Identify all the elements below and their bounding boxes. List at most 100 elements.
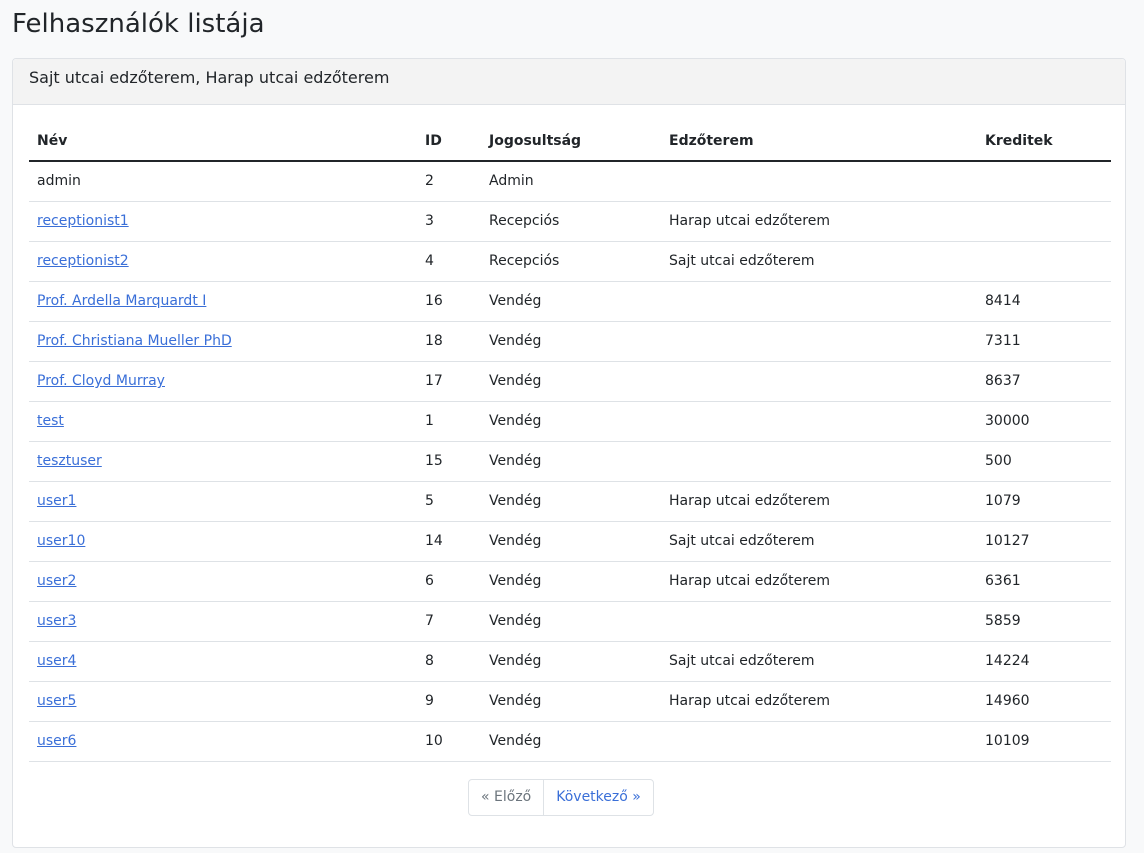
column-header-credits: Kreditek: [977, 121, 1111, 162]
cell-credits: 5859: [977, 601, 1111, 642]
table-row: user5 9 Vendég Harap utcai edzőterem 14960: [29, 681, 1111, 722]
cell-role: Vendég: [481, 441, 661, 482]
pagination: « Előző Következő »: [468, 779, 654, 816]
user-link[interactable]: Prof. Cloyd Murray: [37, 373, 165, 389]
table-row: receptionist2 4 Recepciós Sajt utcai edzőte…: [29, 241, 1111, 282]
cell-id: 2: [417, 161, 481, 202]
cell-role: Recepciós: [481, 241, 661, 282]
cell-name: Prof. Christiana Mueller PhD: [29, 321, 417, 362]
user-link[interactable]: user3: [37, 613, 76, 629]
cell-id: 3: [417, 201, 481, 242]
cell-id: 17: [417, 361, 481, 402]
cell-role: Vendég: [481, 401, 661, 442]
cell-id: 14: [417, 521, 481, 562]
cell-id: 5: [417, 481, 481, 522]
cell-gym: Sajt utcai edzőterem: [661, 241, 977, 282]
cell-id: 9: [417, 681, 481, 722]
cell-role: Admin: [481, 161, 661, 202]
cell-role: Vendég: [481, 721, 661, 762]
column-header-name: Név: [29, 121, 417, 162]
cell-name: user4: [29, 641, 417, 682]
cell-gym: Harap utcai edzőterem: [661, 561, 977, 602]
cell-name: admin: [29, 161, 417, 202]
user-link[interactable]: Prof. Ardella Marquardt I: [37, 293, 206, 309]
cell-role: Vendég: [481, 281, 661, 322]
cell-credits: 14224: [977, 641, 1111, 682]
cell-name: user6: [29, 721, 417, 762]
user-name-text: admin: [37, 173, 81, 190]
cell-credits: 500: [977, 441, 1111, 482]
table-row: user3 7 Vendég 5859: [29, 601, 1111, 642]
cell-credits: [977, 201, 1111, 242]
previous-page-button[interactable]: « Előző: [469, 780, 545, 815]
cell-id: 7: [417, 601, 481, 642]
cell-gym: [661, 401, 977, 442]
user-link[interactable]: user1: [37, 493, 76, 509]
table-row: tesztuser 15 Vendég 500: [29, 441, 1111, 482]
users-card: Sajt utcai edzőterem, Harap utcai edzőte…: [12, 58, 1126, 848]
table-row: user10 14 Vendég Sajt utcai edzőterem 10127: [29, 521, 1111, 562]
user-link[interactable]: user5: [37, 693, 76, 709]
cell-gym: [661, 441, 977, 482]
cell-name: test: [29, 401, 417, 442]
table-body: admin 2 Admin receptionist1 3 Recepciós Harap …: [29, 161, 1111, 762]
cell-id: 4: [417, 241, 481, 282]
cell-name: tesztuser: [29, 441, 417, 482]
cell-credits: 7311: [977, 321, 1111, 362]
cell-credits: 10109: [977, 721, 1111, 762]
page-title: Felhasználók listája: [12, 9, 265, 39]
card-body: Név ID Jogosultság Edzőterem Kreditek ad…: [13, 105, 1125, 816]
cell-role: Vendég: [481, 601, 661, 642]
users-table: Név ID Jogosultság Edzőterem Kreditek ad…: [29, 121, 1111, 762]
cell-gym: [661, 601, 977, 642]
cell-credits: 8637: [977, 361, 1111, 402]
user-link[interactable]: user2: [37, 573, 76, 589]
user-link[interactable]: user6: [37, 733, 76, 749]
user-link[interactable]: receptionist1: [37, 213, 129, 229]
cell-role: Vendég: [481, 361, 661, 402]
cell-gym: [661, 161, 977, 202]
next-page-button[interactable]: Következő »: [544, 780, 653, 815]
cell-credits: [977, 241, 1111, 282]
cell-id: 16: [417, 281, 481, 322]
cell-id: 10: [417, 721, 481, 762]
cell-name: user3: [29, 601, 417, 642]
cell-gym: Harap utcai edzőterem: [661, 481, 977, 522]
user-link[interactable]: tesztuser: [37, 453, 102, 469]
cell-id: 18: [417, 321, 481, 362]
cell-role: Vendég: [481, 521, 661, 562]
cell-role: Vendég: [481, 481, 661, 522]
cell-name: Prof. Ardella Marquardt I: [29, 281, 417, 322]
table-head: Név ID Jogosultság Edzőterem Kreditek: [29, 121, 1111, 162]
cell-role: Vendég: [481, 681, 661, 722]
column-header-role: Jogosultság: [481, 121, 661, 162]
cell-name: receptionist2: [29, 241, 417, 282]
cell-gym: Sajt utcai edzőterem: [661, 641, 977, 682]
cell-role: Vendég: [481, 641, 661, 682]
table-row: receptionist1 3 Recepciós Harap utcai edzőt…: [29, 201, 1111, 242]
cell-name: user1: [29, 481, 417, 522]
table-row: Prof. Cloyd Murray 17 Vendég 8637: [29, 361, 1111, 402]
user-link[interactable]: test: [37, 413, 64, 429]
cell-role: Recepciós: [481, 201, 661, 242]
cell-credits: 30000: [977, 401, 1111, 442]
cell-credits: 6361: [977, 561, 1111, 602]
cell-id: 8: [417, 641, 481, 682]
cell-name: user2: [29, 561, 417, 602]
cell-id: 6: [417, 561, 481, 602]
cell-credits: 8414: [977, 281, 1111, 322]
cell-credits: 14960: [977, 681, 1111, 722]
column-header-gym: Edzőterem: [661, 121, 977, 162]
cell-gym: Harap utcai edzőterem: [661, 681, 977, 722]
cell-credits: 10127: [977, 521, 1111, 562]
cell-gym: [661, 721, 977, 762]
cell-role: Vendég: [481, 561, 661, 602]
cell-credits: [977, 161, 1111, 202]
user-link[interactable]: user4: [37, 653, 76, 669]
cell-name: user10: [29, 521, 417, 562]
cell-credits: 1079: [977, 481, 1111, 522]
cell-id: 15: [417, 441, 481, 482]
user-link[interactable]: user10: [37, 533, 85, 549]
user-link[interactable]: Prof. Christiana Mueller PhD: [37, 333, 232, 349]
user-link[interactable]: receptionist2: [37, 253, 129, 269]
